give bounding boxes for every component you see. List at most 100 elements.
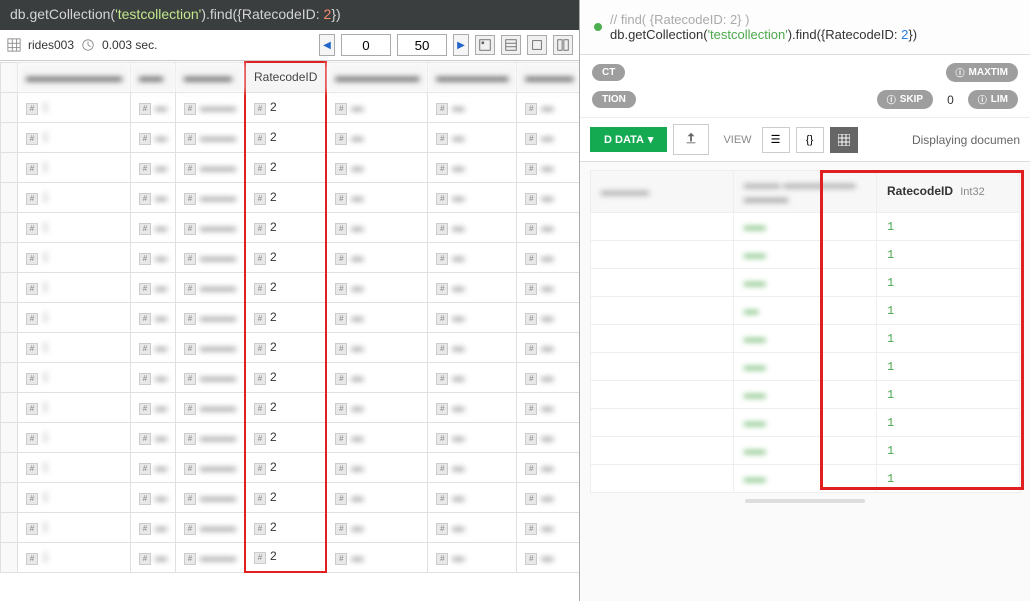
cell: #▬	[428, 182, 517, 212]
table-row[interactable]: ▬▬1	[591, 297, 1020, 325]
cell: #▬	[326, 542, 428, 572]
cell: #1	[18, 452, 131, 482]
table-row[interactable]: ▬▬▬1	[591, 325, 1020, 353]
view-table-button[interactable]	[830, 127, 858, 153]
table-row[interactable]: ▬▬▬1	[591, 353, 1020, 381]
cell: #▬	[517, 422, 579, 452]
table-row[interactable]: #1#▬#▬▬▬#2#▬#▬#▬	[1, 392, 580, 422]
table-row[interactable]: ▬▬▬1	[591, 437, 1020, 465]
table-row[interactable]: #1#▬#▬▬▬#2#▬#▬#▬	[1, 452, 580, 482]
cell: #▬	[428, 512, 517, 542]
tion-pill[interactable]: TION	[592, 91, 636, 108]
cell-ratecodeid: #2	[245, 242, 326, 272]
table-row[interactable]: #1#▬#▬▬▬#2#▬#▬#▬	[1, 272, 580, 302]
cell-ratecodeid: #2	[245, 542, 326, 572]
cell: #▬	[326, 92, 428, 122]
table-row[interactable]: ▬▬▬1	[591, 409, 1020, 437]
column-ratecodeid-right[interactable]: RatecodeID Int32	[877, 171, 1020, 213]
table-row[interactable]: #1#▬#▬▬▬#2#▬#▬#▬	[1, 152, 580, 182]
cell: #▬	[517, 212, 579, 242]
cell: #▬	[428, 332, 517, 362]
table-row[interactable]: #1#▬#▬▬▬#2#▬#▬#▬	[1, 332, 580, 362]
column-ratecodeid[interactable]: RatecodeID	[245, 62, 326, 92]
next-page-button[interactable]: ▶	[453, 34, 469, 56]
limit-pill[interactable]: ⓘLIM	[968, 90, 1018, 109]
display-count: Displaying documen	[912, 133, 1020, 147]
tool-btn-2[interactable]	[501, 35, 521, 55]
column-header[interactable]: ▬▬▬▬▬▬▬	[326, 62, 428, 92]
query-comment: // find( {RatecodeID: 2} )	[610, 12, 1016, 27]
cell: #▬	[131, 362, 176, 392]
table-row[interactable]: #1#▬#▬▬▬#2#▬#▬#▬	[1, 212, 580, 242]
cell: #▬	[131, 542, 176, 572]
upload-button[interactable]	[673, 124, 709, 155]
column-header-right[interactable]: ▬▬▬ ▬▬▬▬▬▬ ▬▬▬▬	[734, 171, 877, 213]
right-panel: // find( {RatecodeID: 2} ) db.getCollect…	[580, 0, 1030, 601]
collection-name: rides003	[28, 38, 74, 52]
cell: #▬▬▬	[176, 272, 246, 302]
tool-btn-3[interactable]	[527, 35, 547, 55]
right-query-area[interactable]: // find( {RatecodeID: 2} ) db.getCollect…	[580, 0, 1030, 55]
maxtime-pill[interactable]: ⓘMAXTIM	[946, 63, 1018, 82]
table-row[interactable]: #1#▬#▬▬▬#2#▬#▬#▬	[1, 302, 580, 332]
column-header[interactable]: ▬▬▬▬▬▬▬▬	[18, 62, 131, 92]
cell: #▬	[131, 242, 176, 272]
table-row[interactable]: ▬▬▬1	[591, 269, 1020, 297]
cell: #▬	[131, 182, 176, 212]
status-bar: rides003 0.003 sec. ◀ ▶	[0, 30, 579, 61]
column-header[interactable]: ▬▬▬▬▬▬	[428, 62, 517, 92]
column-header[interactable]: ▬▬	[131, 62, 176, 92]
skip-pill[interactable]: ⓘSKIP	[877, 90, 933, 109]
run-dot-icon[interactable]	[594, 23, 602, 31]
view-list-button[interactable]: ☰	[762, 127, 790, 153]
table-row[interactable]: #1#▬#▬▬▬#2#▬#▬#▬	[1, 122, 580, 152]
column-header[interactable]: ▬▬▬▬	[176, 62, 246, 92]
table-row[interactable]: ▬▬▬1	[591, 241, 1020, 269]
cell-ratecodeid-right: 1	[877, 213, 1020, 241]
cell: #▬	[428, 92, 517, 122]
offset-input[interactable]	[341, 34, 391, 56]
limit-input[interactable]	[397, 34, 447, 56]
cell-ratecodeid: #2	[245, 92, 326, 122]
left-panel: db.getCollection('testcollection').find(…	[0, 0, 580, 601]
cell: #1	[18, 272, 131, 302]
cell: #▬▬▬	[176, 332, 246, 362]
query-coll: 'testcollection'	[115, 6, 201, 22]
query-bar[interactable]: db.getCollection('testcollection').find(…	[0, 0, 579, 30]
view-json-button[interactable]: {}	[796, 127, 824, 153]
right-results[interactable]: ▬▬▬▬ ▬▬▬ ▬▬▬▬▬▬ ▬▬▬▬RatecodeID Int32 ▬▬▬…	[580, 162, 1030, 601]
table-row[interactable]: #1#▬#▬▬▬#2#▬#▬#▬	[1, 542, 580, 572]
table-row[interactable]: ▬▬▬1	[591, 465, 1020, 493]
table-row[interactable]: #1#▬#▬▬▬#2#▬#▬#▬	[1, 92, 580, 122]
cell: #▬	[517, 452, 579, 482]
cell-ratecodeid: #2	[245, 122, 326, 152]
prev-page-button[interactable]: ◀	[319, 34, 335, 56]
table-row[interactable]: #1#▬#▬▬▬#2#▬#▬#▬	[1, 482, 580, 512]
query-find: ).find({	[201, 6, 241, 22]
cell-ratecodeid: #2	[245, 332, 326, 362]
cell: #▬	[428, 122, 517, 152]
scrollbar[interactable]	[745, 499, 865, 503]
cell: #▬	[428, 542, 517, 572]
cell: #▬	[428, 452, 517, 482]
cell: #▬▬▬	[176, 512, 246, 542]
table-row[interactable]: #1#▬#▬▬▬#2#▬#▬#▬	[1, 242, 580, 272]
tool-btn-4[interactable]	[553, 35, 573, 55]
table-row[interactable]: #1#▬#▬▬▬#2#▬#▬#▬	[1, 422, 580, 452]
table-row[interactable]: ▬▬▬1	[591, 213, 1020, 241]
table-row[interactable]: #1#▬#▬▬▬#2#▬#▬#▬	[1, 512, 580, 542]
column-header[interactable]: ▬▬▬▬	[517, 62, 579, 92]
left-results-table[interactable]: ▬▬▬▬▬▬▬▬▬▬▬▬▬▬RatecodeID▬▬▬▬▬▬▬▬▬▬▬▬▬▬▬▬…	[0, 61, 579, 601]
cell: #1	[18, 512, 131, 542]
cell: #▬	[517, 242, 579, 272]
tool-btn-1[interactable]	[475, 35, 495, 55]
table-row[interactable]: ▬▬▬1	[591, 381, 1020, 409]
cell-ratecodeid-right: 1	[877, 465, 1020, 493]
cell: #▬	[326, 512, 428, 542]
add-data-button[interactable]: D DATA ▾	[590, 127, 667, 152]
cell: #▬	[428, 482, 517, 512]
cell-ratecodeid: #2	[245, 452, 326, 482]
column-header-right[interactable]: ▬▬▬▬	[591, 171, 734, 213]
table-row[interactable]: #1#▬#▬▬▬#2#▬#▬#▬	[1, 362, 580, 392]
table-row[interactable]: #1#▬#▬▬▬#2#▬#▬#▬	[1, 182, 580, 212]
